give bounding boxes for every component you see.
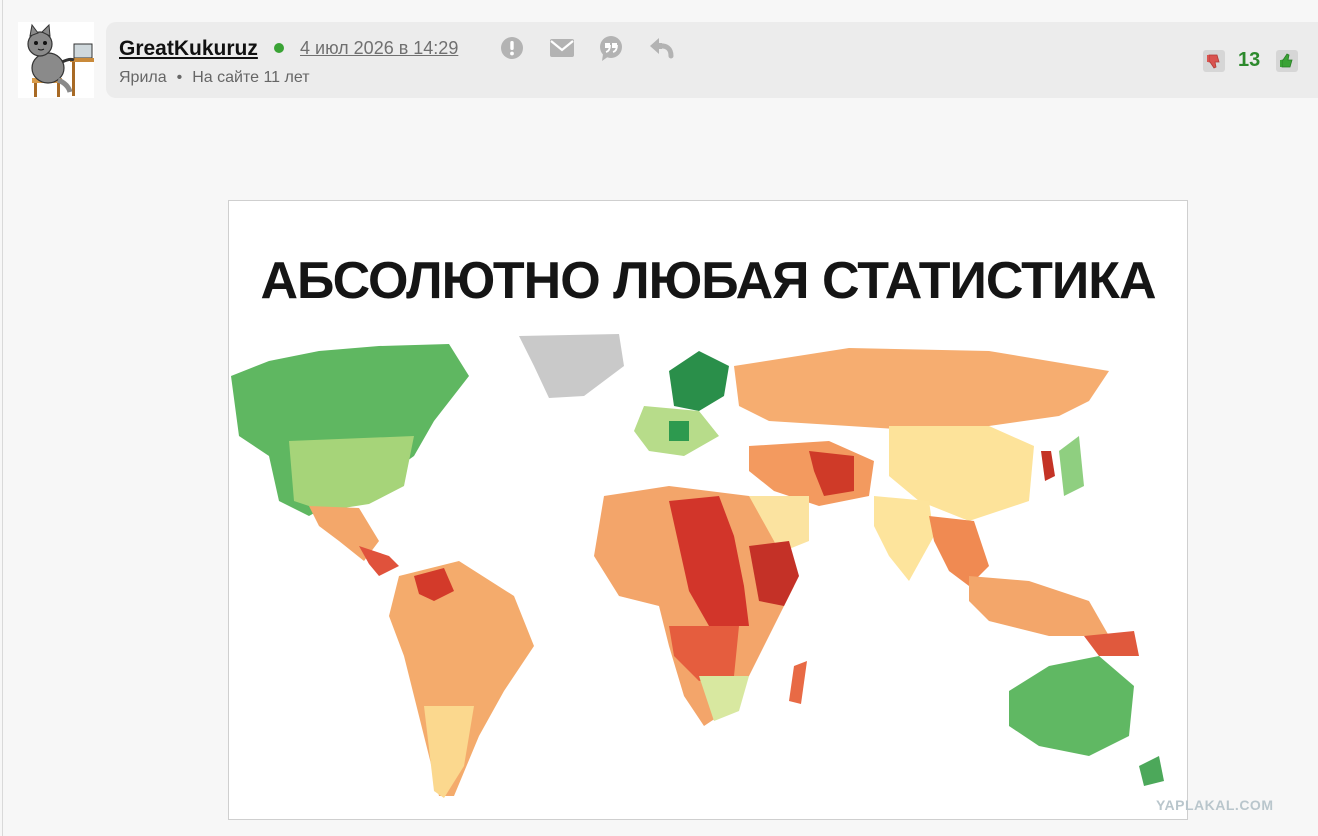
member-since: На сайте 11 лет	[192, 69, 310, 86]
image-title: АБСОЛЮТНО ЛЮБАЯ СТАТИСТИКА	[260, 252, 1156, 310]
avatar[interactable]	[18, 22, 94, 98]
page-border	[2, 0, 3, 836]
post-header: GreatKukuruz 4 июл 2026 в 14:29 Ярила • …	[106, 22, 1318, 98]
cat-avatar-image	[18, 22, 94, 98]
post-date-link[interactable]: 4 июл 2026 в 14:29	[300, 38, 458, 59]
world-map	[231, 334, 1164, 798]
post-score: 13	[1238, 49, 1261, 71]
quote-icon[interactable]	[597, 34, 625, 62]
username-link[interactable]: GreatKukuruz	[119, 37, 258, 61]
reply-arrow-icon[interactable]	[647, 34, 675, 62]
exclamation-circle-icon[interactable]	[498, 34, 526, 62]
meta-separator: •	[176, 69, 183, 86]
online-status-icon	[274, 43, 284, 53]
post-image[interactable]: АБСОЛЮТНО ЛЮБАЯ СТАТИСТИКА	[228, 200, 1188, 820]
watermark: YAPLAKAL.COM	[1156, 797, 1274, 813]
thumbs-down-icon	[1207, 54, 1220, 69]
user-meta: Ярила • На сайте 11 лет	[119, 69, 310, 87]
vote-up-button[interactable]	[1276, 50, 1298, 72]
user-rank: Ярила	[119, 69, 167, 86]
envelope-icon[interactable]	[548, 34, 576, 62]
vote-down-button[interactable]	[1203, 50, 1225, 72]
thumbs-up-icon	[1280, 53, 1293, 68]
